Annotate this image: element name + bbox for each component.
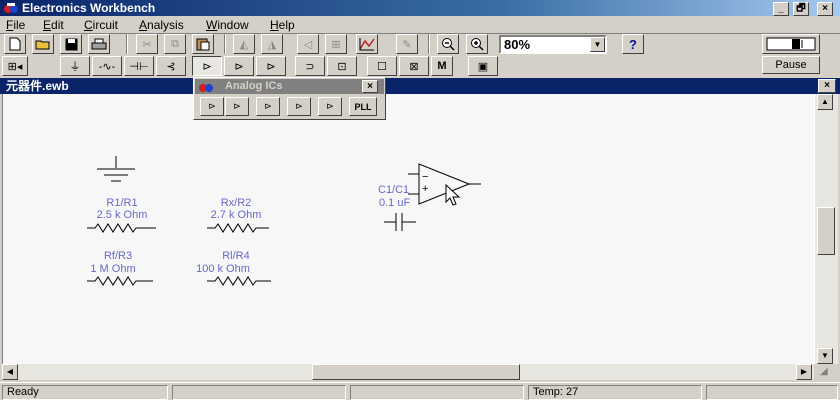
title-bar: Electronics Workbench _ 🗗 × [0, 0, 840, 16]
resistor-r2-symbol [207, 223, 269, 233]
logic-gates-bin-icon[interactable]: ⊃ [295, 56, 325, 76]
chevron-down-icon[interactable]: ▼ [590, 37, 605, 52]
capacitor-c1-symbol [384, 213, 416, 231]
pll-button[interactable]: PLL [349, 97, 377, 116]
vertical-scrollbar[interactable]: ▲ ▼ [814, 94, 838, 364]
scroll-left-icon[interactable]: ◀ [2, 364, 18, 380]
menu-circuit[interactable]: Circuit [84, 18, 118, 32]
open-folder-icon[interactable] [32, 34, 54, 54]
instruments-bin-icon[interactable]: ▣ [468, 56, 498, 76]
schematic [87, 156, 481, 286]
rotate-icon[interactable]: ◭ [233, 34, 255, 54]
digital-ics-bin-icon[interactable]: ⊳ [256, 56, 286, 76]
status-bar: Ready Temp: 27 [0, 382, 840, 400]
scroll-up-icon[interactable]: ▲ [817, 94, 833, 110]
menu-help[interactable]: Help [270, 18, 295, 32]
horizontal-scroll-thumb[interactable] [312, 364, 520, 380]
opamp-9-terminal-icon[interactable]: ⊳ [287, 97, 311, 116]
sources-bin-icon[interactable]: ⏚ [60, 56, 90, 76]
vertical-scroll-thumb[interactable] [817, 207, 835, 255]
analog-ics-palette: Analog ICs × ⊳ ⊳ ⊳ ⊳ ⊳ PLL [193, 77, 386, 120]
copy-icon[interactable]: ⧉ [164, 34, 186, 54]
indicators-bin-icon[interactable]: ☐ [367, 56, 397, 76]
palette-close-button[interactable]: × [362, 80, 378, 93]
r3-name: Rf/R3 [103, 250, 133, 262]
minimize-button[interactable]: _ [773, 2, 789, 16]
mixed-ics-bin-icon[interactable]: ⊳ [224, 56, 254, 76]
flip-vertical-icon[interactable]: ◁ [297, 34, 319, 54]
paste-icon[interactable] [192, 34, 214, 54]
save-icon[interactable] [60, 34, 82, 54]
r3-value: 1 M Ohm [90, 263, 136, 275]
menu-edit[interactable]: Edit [43, 18, 64, 32]
resistor-r1-symbol [87, 223, 156, 233]
scroll-right-icon[interactable]: ▶ [796, 364, 812, 380]
power-switch-icon[interactable] [762, 34, 820, 54]
graphs-icon[interactable]: ✎ [396, 34, 418, 54]
c1-value: 0.1 uF [379, 197, 411, 209]
resize-grip-icon[interactable]: ◢ [820, 366, 838, 380]
create-subcircuit-icon[interactable] [356, 34, 378, 54]
window-title: Electronics Workbench [22, 1, 156, 15]
document-close-button[interactable]: × [818, 79, 836, 93]
opamp-plus-label: + [422, 183, 429, 195]
zoom-value: 80% [504, 37, 531, 52]
document-title: 元器件.ewb [6, 79, 69, 93]
opamp-minus-label: − [422, 171, 429, 183]
palette-app-icon [199, 84, 213, 92]
app-icon [4, 3, 18, 13]
ground-icon [97, 156, 135, 182]
cut-icon[interactable]: ✂ [136, 34, 158, 54]
transistors-bin-icon[interactable]: ⊰ [156, 56, 186, 76]
menu-file[interactable]: File [6, 18, 25, 32]
zoom-in-icon[interactable] [466, 34, 488, 54]
palette-title: Analog ICs [225, 80, 283, 92]
comparator-icon[interactable]: ⊳ [318, 97, 342, 116]
status-pane-5 [706, 385, 838, 400]
opamp-5-terminal-icon[interactable]: ⊳ [225, 97, 249, 116]
opamp-7-terminal-icon[interactable]: ⊳ [256, 97, 280, 116]
horizontal-scrollbar[interactable]: ◀ ▶ [2, 364, 814, 380]
resistor-r4-symbol [207, 276, 271, 286]
main-toolbar: ✂ ⧉ ◭ ◮ ◁ ⊞ ✎ ? [0, 34, 840, 56]
c1-name: C1/C1 [378, 184, 410, 196]
resistor-r3-symbol [87, 276, 153, 286]
mouse-cursor-icon [445, 183, 461, 206]
restore-button[interactable]: 🗗 [793, 2, 809, 16]
flip-horizontal-icon[interactable]: ◮ [261, 34, 283, 54]
parts-bin-toggle-icon[interactable]: ⊞◂ [2, 56, 28, 76]
pause-button[interactable]: Pause [762, 56, 820, 74]
status-message: Ready [2, 385, 168, 400]
new-file-icon[interactable] [4, 34, 26, 54]
component-properties-icon[interactable]: ⊞ [325, 34, 347, 54]
r2-value: 2.7 k Ohm [210, 209, 262, 221]
opamp-3-terminal-icon[interactable]: ⊳ [200, 97, 224, 116]
scroll-down-icon[interactable]: ▼ [817, 348, 833, 364]
diodes-bin-icon[interactable]: ⊣⊢ [124, 56, 154, 76]
close-button[interactable]: × [817, 2, 833, 16]
zoom-out-icon[interactable] [437, 34, 459, 54]
controls-bin-icon[interactable]: ⊠ [399, 56, 429, 76]
status-temperature: Temp: 27 [528, 385, 702, 400]
r4-value: 100 k Ohm [196, 263, 250, 275]
status-pane-2 [172, 385, 346, 400]
status-pane-3 [350, 385, 524, 400]
zoom-select[interactable]: 80% ▼ [499, 35, 607, 54]
menu-window[interactable]: Window [206, 18, 249, 32]
help-button[interactable]: ? [622, 34, 644, 54]
palette-title-bar[interactable]: Analog ICs × [195, 79, 384, 94]
print-icon[interactable] [88, 34, 110, 54]
circuit-canvas[interactable]: − + R1/R1 2.5 k Ohm Rx/R2 2.7 k Ohm Rf/R… [2, 94, 814, 364]
menu-analysis[interactable]: Analysis [139, 18, 184, 32]
menu-bar: File Edit Circuit Analysis Window Help [0, 16, 840, 34]
document-title-bar: 元器件.ewb × [0, 78, 840, 94]
r4-name: Rl/R4 [222, 250, 250, 262]
basic-bin-icon[interactable]: -∿- [92, 56, 122, 76]
r1-value: 2.5 k Ohm [96, 209, 148, 221]
digital-bin-icon[interactable]: ⊡ [327, 56, 357, 76]
miscellaneous-bin-button[interactable]: M [431, 56, 453, 76]
parts-bin-toolbar: ⊞◂ ⏚ -∿- ⊣⊢ ⊰ ⊳ ⊳ ⊳ ⊃ ⊡ ☐ ⊠ M ▣ Pause [0, 56, 840, 78]
analog-ics-bin-icon[interactable]: ⊳ [192, 56, 222, 76]
